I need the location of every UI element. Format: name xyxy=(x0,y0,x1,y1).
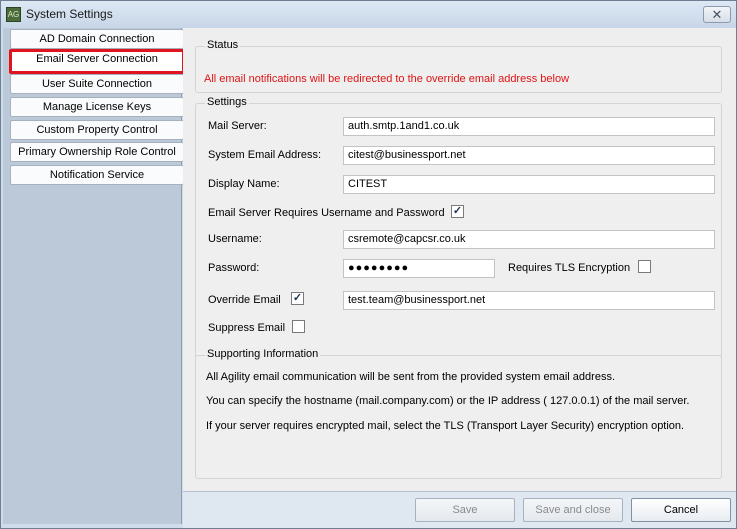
suppress-email-checkbox[interactable] xyxy=(292,320,305,333)
password-input[interactable]: ●●●●●●●● xyxy=(343,259,495,278)
override-email-checkbox[interactable]: ✓ xyxy=(291,292,304,305)
supporting-info-group: Supporting Information All Agility email… xyxy=(195,348,722,479)
status-group-title: Status xyxy=(205,39,241,51)
username-label: Username: xyxy=(208,233,262,245)
sidebar-item-user-suite[interactable]: User Suite Connection xyxy=(10,74,184,94)
info-line-1: All Agility email communication will be … xyxy=(206,371,615,383)
supporting-info-title: Supporting Information xyxy=(205,348,321,360)
app-icon: AG xyxy=(6,7,21,22)
title-bar[interactable]: AG System Settings ✕ xyxy=(1,1,736,28)
info-line-2: You can specify the hostname (mail.compa… xyxy=(206,395,690,407)
override-email-input[interactable]: test.team@businessport.net xyxy=(343,291,715,310)
window-title: System Settings xyxy=(26,7,113,21)
sidebar-item-license-keys[interactable]: Manage License Keys xyxy=(10,97,184,117)
close-button[interactable]: ✕ xyxy=(703,6,731,23)
mail-server-label: Mail Server: xyxy=(208,120,267,132)
requires-auth-checkbox[interactable]: ✓ xyxy=(451,205,464,218)
sidebar-item-ad-domain[interactable]: AD Domain Connection xyxy=(10,29,184,49)
password-label: Password: xyxy=(208,262,260,274)
sidebar-item-ownership-role[interactable]: Primary Ownership Role Control xyxy=(10,142,184,162)
sidebar-item-notification-service[interactable]: Notification Service xyxy=(10,165,184,185)
suppress-email-label: Suppress Email xyxy=(208,322,286,334)
username-input[interactable]: csremote@capcsr.co.uk xyxy=(343,230,715,249)
info-line-3: If your server requires encrypted mail, … xyxy=(206,420,685,432)
sidebar-item-email-server[interactable]: Email Server Connection xyxy=(9,49,185,74)
settings-group-title: Settings xyxy=(205,96,249,108)
settings-group: Settings Mail Server: auth.smtp.1and1.co… xyxy=(195,96,722,371)
display-name-label: Display Name: xyxy=(208,178,280,190)
save-and-close-button[interactable]: Save and close xyxy=(523,498,623,522)
status-group: Status All email notifications will be r… xyxy=(195,39,722,93)
requires-auth-label: Email Server Requires Username and Passw… xyxy=(208,207,445,219)
save-button[interactable]: Save xyxy=(415,498,515,522)
display-name-input[interactable]: CITEST xyxy=(343,175,715,194)
override-email-label: Override Email xyxy=(208,294,281,306)
tls-label: Requires TLS Encryption xyxy=(508,262,631,274)
system-email-label: System Email Address: xyxy=(208,149,322,161)
sidebar: AD Domain Connection Email Server Connec… xyxy=(3,28,185,524)
main-panel: Status All email notifications will be r… xyxy=(183,28,736,491)
system-settings-window: AG System Settings ✕ AD Domain Connectio… xyxy=(0,0,737,529)
mail-server-input[interactable]: auth.smtp.1and1.co.uk xyxy=(343,117,715,136)
sidebar-item-custom-property[interactable]: Custom Property Control xyxy=(10,120,184,140)
footer-bar: Save Save and close Cancel xyxy=(183,491,736,528)
tls-checkbox[interactable] xyxy=(638,260,651,273)
status-message: All email notifications will be redirect… xyxy=(204,73,570,85)
cancel-button[interactable]: Cancel xyxy=(631,498,731,522)
system-email-input[interactable]: citest@businessport.net xyxy=(343,146,715,165)
